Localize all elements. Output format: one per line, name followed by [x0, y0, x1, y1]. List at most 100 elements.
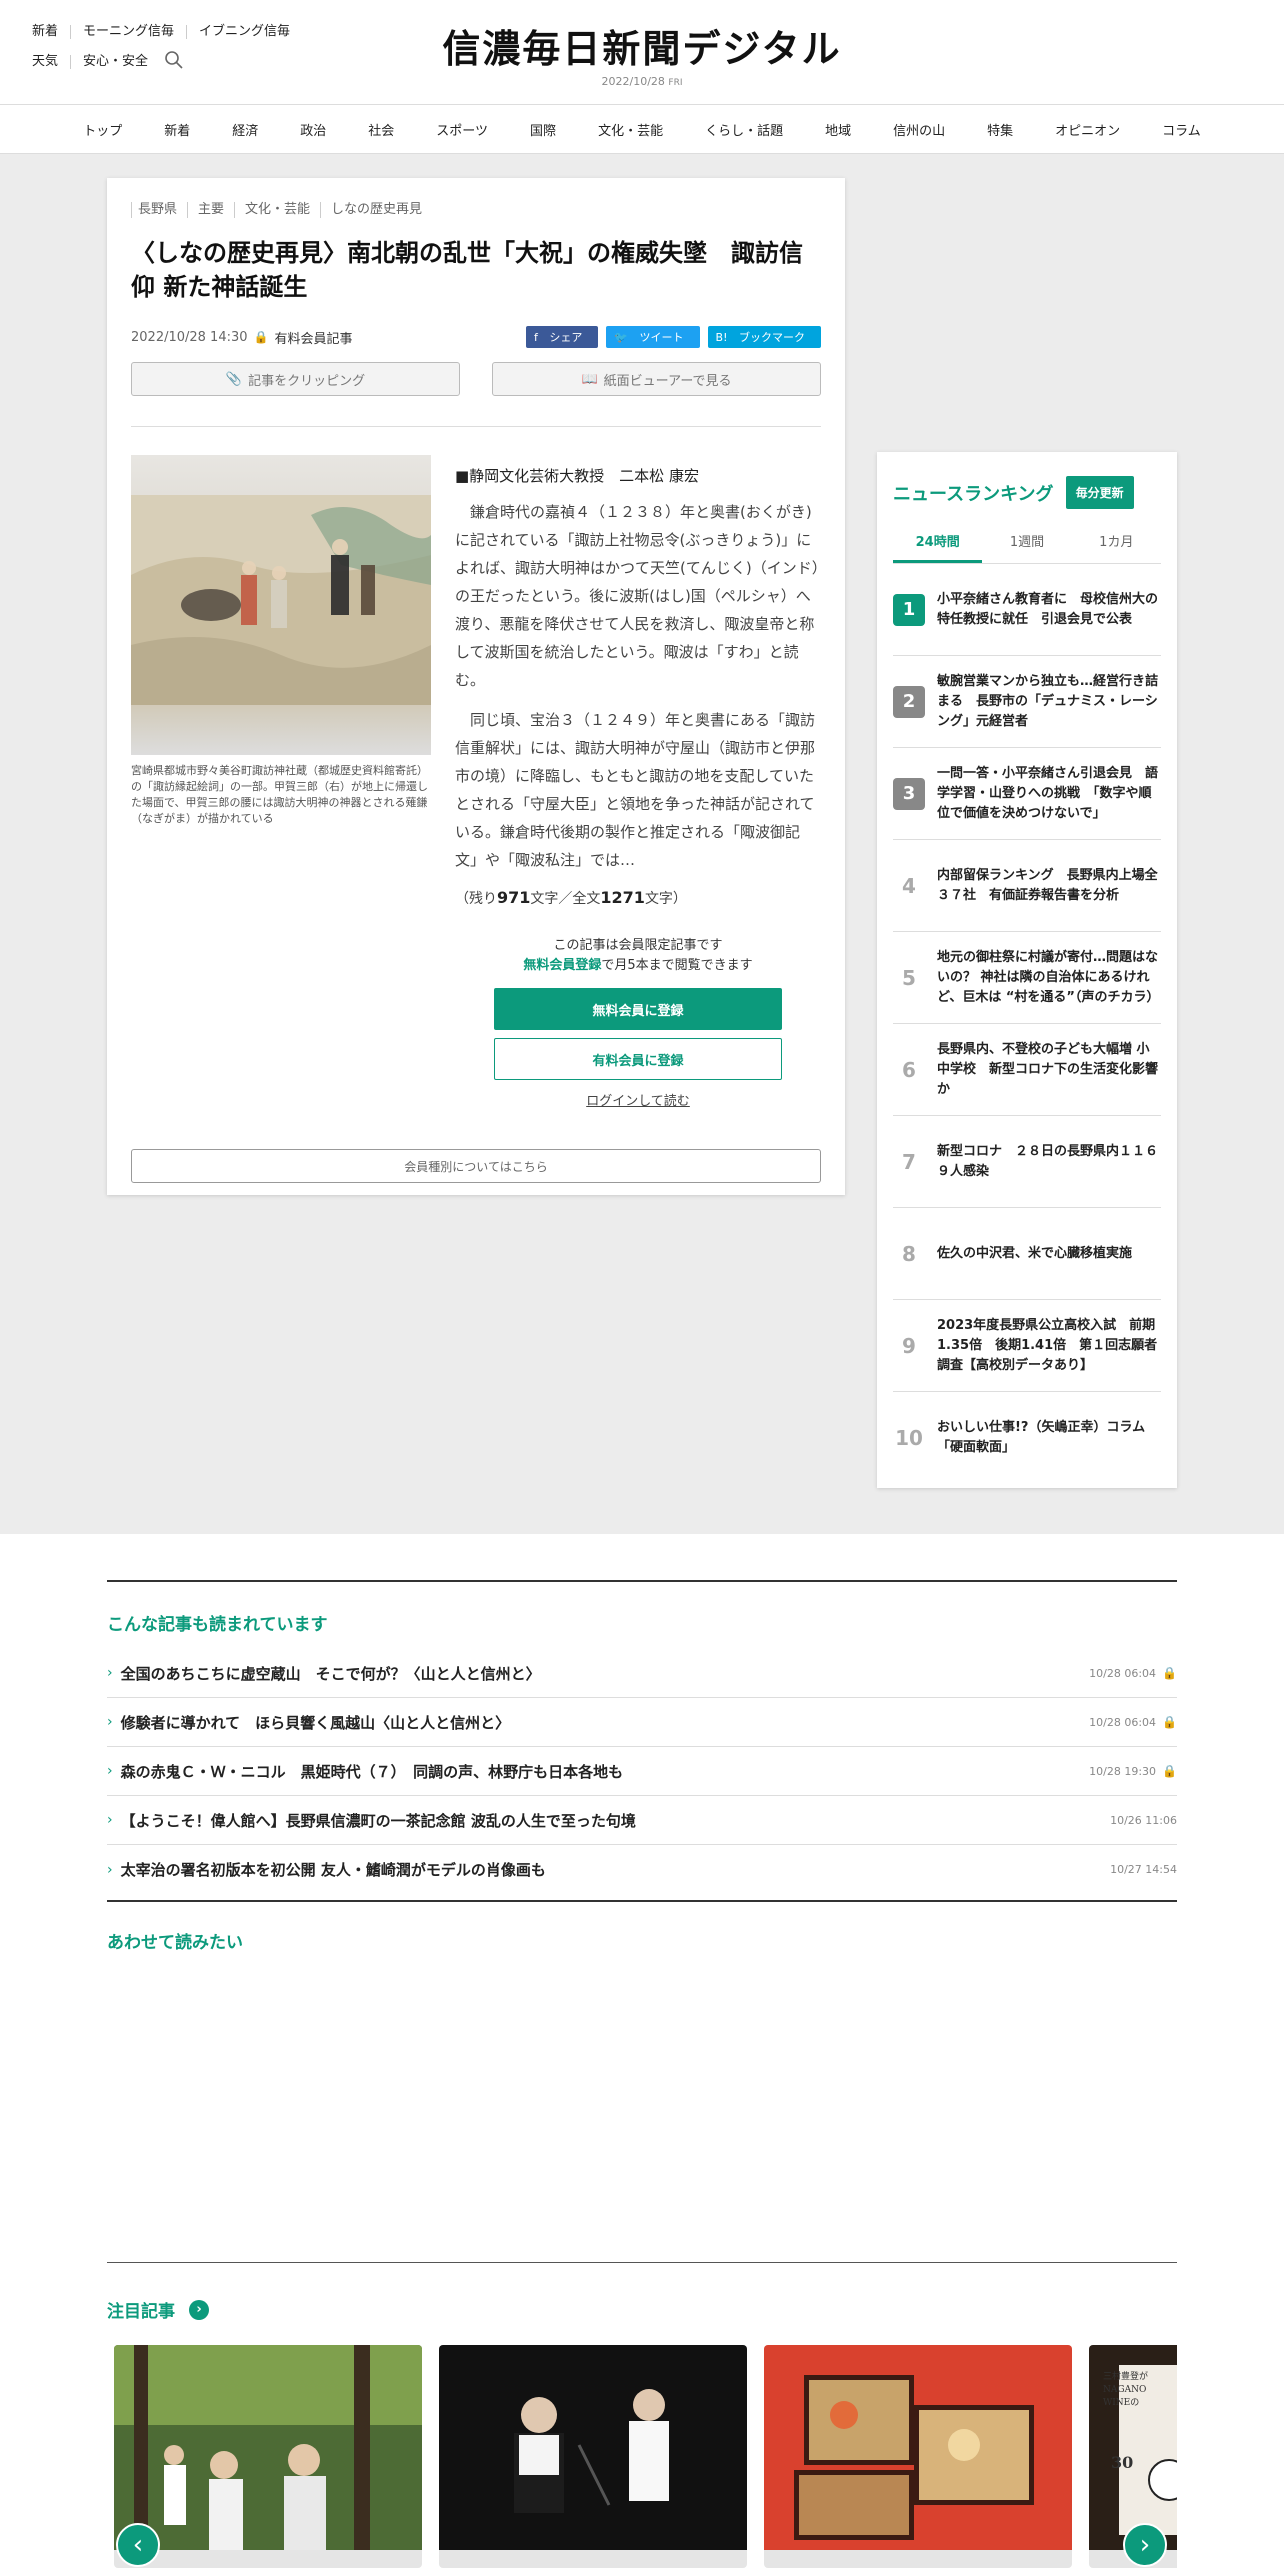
lock-icon: 🔒: [1162, 1666, 1177, 1680]
news-ranking: ニュースランキング 毎分更新 24時間 1週間 1カ月 1 小平奈緒さん教育者に …: [877, 452, 1177, 1488]
tag-series[interactable]: しなの歴史再見: [320, 202, 432, 218]
remaining-chars: （残り971文字／全文1271文字）: [455, 888, 687, 907]
rank-number: 1: [893, 593, 925, 626]
nav-economy[interactable]: 経済: [211, 120, 279, 139]
site-logo[interactable]: 信濃毎日新聞デジタル 2022/10/28 FRI: [0, 18, 1284, 88]
article-card: 長野県 主要 文化・芸能 しなの歴史再見 〈しなの歴史再見〉南北朝の乱世「大祝」…: [107, 178, 845, 1195]
ranking-item[interactable]: 4 内部留保ランキング 長野県内上場全３７社 有価証券報告書を分析: [893, 840, 1161, 932]
chevron-right-icon: ›: [1139, 2530, 1151, 2560]
rank-number: 4: [902, 873, 916, 898]
chevron-right-icon: ›: [107, 1812, 113, 1828]
hatena-bookmark-button[interactable]: B! ブックマーク: [707, 326, 821, 348]
rank-number: 5: [902, 965, 916, 990]
nav-opinion[interactable]: オピニオン: [1034, 120, 1141, 139]
arrow-right-icon[interactable]: ›: [189, 2299, 209, 2320]
rank-title: 長野県内、不登校の子ども大幅増 小中学校 新型コロナ下の生活変化影響か: [937, 1041, 1159, 1097]
paid-member-button[interactable]: 有料会員に登録: [494, 1038, 782, 1080]
login-link[interactable]: ログインして読む: [455, 1090, 821, 1109]
featured-card[interactable]: [764, 2345, 1072, 2568]
tab-1month[interactable]: 1カ月: [1072, 531, 1161, 563]
tab-24h[interactable]: 24時間: [893, 531, 983, 563]
rank-title: 敏腕営業マンから独立も…経営行き詰まる 長野市の「デュナミス・レーシング」元経営…: [937, 673, 1159, 729]
related-item[interactable]: › 全国のあちこちに虚空蔵山 そこで何が？〈山と人と信州と〉 10/28 06:04…: [107, 1649, 1177, 1698]
ranking-item[interactable]: 7 新型コロナ ２８日の長野県内１１６９人感染: [893, 1116, 1161, 1208]
ranking-title: ニュースランキング: [893, 483, 1054, 505]
nav-new[interactable]: 新着: [143, 120, 211, 139]
cta-text: この記事は会員限定記事です: [553, 938, 723, 953]
rank-number: 9: [902, 1333, 916, 1358]
ranking-item[interactable]: 9 2023年度長野県公立高校入試 前期1.35倍 後期1.41倍 第１回志願者調…: [893, 1300, 1161, 1392]
related-item[interactable]: › 【ようこそ！偉人館へ】長野県信濃町の一茶記念館 波乱の人生で至った句境 10/2…: [107, 1796, 1177, 1845]
ranking-item[interactable]: 2 敏腕営業マンから独立も…経営行き詰まる 長野市の「デュナミス・レーシング」元経…: [893, 656, 1161, 748]
photo-caption: 宮崎県都城市野々美谷町諏訪神社蔵（都城歴史資料館寄託）の「諏訪縁起絵詞」の一部。…: [131, 764, 428, 825]
rank-title: 一問一答・小平奈緒さん引退会見 語学学習・山登りへの挑戦 「数字や順位で価値を決…: [937, 765, 1159, 821]
chevron-right-icon: ›: [107, 1665, 113, 1681]
related-item[interactable]: › 修験者に導かれて ほら貝響く風越山〈山と人と信州と〉 10/28 06:04 🔒: [107, 1698, 1177, 1747]
nav-column[interactable]: コラム: [1141, 120, 1222, 139]
member-cta: この記事は会員限定記事です 無料会員登録で月5本まで閲覧できます: [455, 936, 821, 976]
rank-number: 6: [902, 1057, 916, 1082]
site-header: 新着 モーニング信毎 イブニング信毎 天気 安心・安全 信濃毎日新聞デジタル 2…: [0, 0, 1284, 104]
ranking-item[interactable]: 10 おいしい仕事!?（矢嶋正幸）コラム「硬面軟面」: [893, 1392, 1161, 1484]
article-tags: 長野県 主要 文化・芸能 しなの歴史再見: [131, 202, 821, 218]
article-photo[interactable]: [131, 455, 431, 755]
chevron-left-icon: ‹: [132, 2530, 144, 2560]
tag-nagano[interactable]: 長野県: [131, 202, 187, 218]
nav-politics[interactable]: 政治: [279, 120, 347, 139]
chevron-right-icon: ›: [107, 1714, 113, 1730]
share-buttons: f シェア 🐦 ツイート B! ブックマーク: [525, 326, 821, 348]
nav-top[interactable]: トップ: [62, 120, 143, 139]
facebook-share-button[interactable]: f シェア: [525, 326, 599, 348]
nav-culture[interactable]: 文化・芸能: [577, 120, 684, 139]
chevron-right-icon: ›: [107, 1861, 113, 1878]
nav-features[interactable]: 特集: [966, 120, 1034, 139]
logo-text: 信濃毎日新聞デジタル: [442, 26, 842, 71]
related-item[interactable]: › 太宰治の署名初版本を初公開 友人・鰭崎潤がモデルの肖像画も 10/27 14:5…: [107, 1845, 1177, 1894]
ranking-item[interactable]: 8 佐久の中沢君、米で心臓移植実施: [893, 1208, 1161, 1300]
clip-label: 記事をクリッピング: [248, 373, 366, 389]
ranking-item[interactable]: 6 長野県内、不登校の子ども大幅増 小中学校 新型コロナ下の生活変化影響か: [893, 1024, 1161, 1116]
card-image: [114, 2345, 422, 2550]
carousel-next-button[interactable]: ›: [1123, 2523, 1167, 2567]
member-types-button[interactable]: 会員種別についてはこちら: [131, 1149, 821, 1183]
rank-number: 10: [895, 1426, 923, 1450]
carousel-prev-button[interactable]: ‹: [116, 2523, 160, 2567]
nav-region[interactable]: 地域: [804, 120, 872, 139]
tag-culture[interactable]: 文化・芸能: [234, 202, 320, 218]
free-member-button[interactable]: 無料会員に登録: [494, 988, 782, 1030]
related-item[interactable]: › 森の赤鬼Ｃ・Ｗ・ニコル 黒姫時代（７） 同調の声、林野庁も日本各地も 10/28…: [107, 1747, 1177, 1796]
ranking-list: 1 小平奈緒さん教育者に 母校信州大の特任教授に就任 引退会見で公表 2 敏腕営業マ…: [893, 564, 1161, 1484]
twitter-share-button[interactable]: 🐦 ツイート: [606, 326, 700, 348]
paper-viewer-button[interactable]: 📖 紙面ビューアーで見る: [492, 362, 821, 396]
article-paragraph: 同じ頃、宝治３（１２４９）年と奥書にある「諏訪信重解状」には、諏訪大明神が守屋山…: [455, 711, 816, 869]
ranking-item[interactable]: 1 小平奈緒さん教育者に 母校信州大の特任教授に就任 引退会見で公表: [893, 564, 1161, 656]
featured-title: 注目記事 ›: [107, 2297, 1177, 2322]
ranking-item[interactable]: 5 地元の御柱祭に村議が寄付…問題はないの？ 神社は隣の自治体にあるけれど、巨木は…: [893, 932, 1161, 1024]
free-register-link[interactable]: 無料会員登録: [523, 958, 601, 973]
update-badge: 毎分更新: [1065, 476, 1134, 509]
featured-section: 注目記事 ›: [107, 2262, 1177, 2322]
lock-icon: 🔒: [253, 330, 269, 344]
nav-life[interactable]: くらし・話題: [684, 120, 804, 139]
ranking-item[interactable]: 3 一問一答・小平奈緒さん引退会見 語学学習・山登りへの挑戦 「数字や順位で価値を…: [893, 748, 1161, 840]
featured-card[interactable]: [114, 2345, 422, 2568]
card-image: [764, 2345, 1072, 2550]
book-icon: 📖: [581, 371, 598, 387]
lock-icon: 🔒: [1162, 1764, 1177, 1778]
article-author: ■静岡文化芸術大教授 二本松 康宏: [455, 467, 699, 485]
rank-title: 内部留保ランキング 長野県内上場全３７社 有価証券報告書を分析: [937, 867, 1158, 903]
nav-society[interactable]: 社会: [347, 120, 415, 139]
tab-1week[interactable]: 1週間: [982, 531, 1071, 563]
header-date: 2022/10/28 FRI: [601, 75, 683, 88]
rank-title: 地元の御柱祭に村議が寄付…問題はないの？ 神社は隣の自治体にあるけれど、巨木は …: [937, 949, 1160, 1005]
nav-sports[interactable]: スポーツ: [415, 120, 509, 139]
nav-international[interactable]: 国際: [509, 120, 577, 139]
viewer-label: 紙面ビューアーで見る: [603, 373, 732, 389]
rank-number: 2: [893, 685, 925, 718]
clip-article-button[interactable]: 📎 記事をクリッピング: [131, 362, 460, 396]
content-area: 長野県 主要 文化・芸能 しなの歴史再見 〈しなの歴史再見〉南北朝の乱世「大祝」…: [0, 154, 1284, 1534]
featured-card[interactable]: [439, 2345, 747, 2568]
nav-mountains[interactable]: 信州の山: [872, 120, 966, 139]
rank-title: 佐久の中沢君、米で心臓移植実施: [937, 1245, 1133, 1261]
tag-main[interactable]: 主要: [187, 202, 234, 218]
